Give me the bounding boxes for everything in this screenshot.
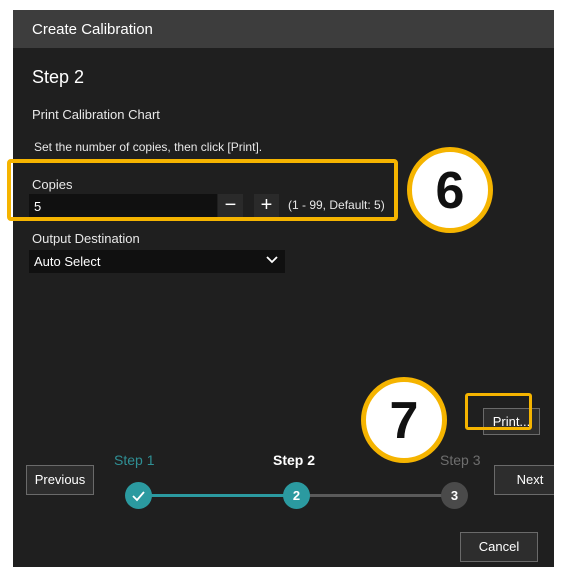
next-button[interactable]: Next [494,465,554,495]
create-calibration-dialog: Create Calibration Step 2 Print Calibrat… [13,10,554,567]
previous-button[interactable]: Previous [26,465,94,495]
output-destination-label: Output Destination [32,231,140,246]
checkmark-icon [132,491,145,502]
step-subtitle: Print Calibration Chart [32,107,160,122]
print-highlight-box [465,393,532,430]
step-1-label: Step 1 [114,452,155,468]
copies-highlight-box [7,159,398,221]
step-2-marker: 2 [283,482,310,509]
dialog-title: Create Calibration [32,21,153,38]
instructions-text: Set the number of copies, then click [Pr… [34,140,263,154]
step-3-label: Step 3 [440,452,481,468]
step-1-complete-marker [125,482,152,509]
progress-track-remaining [296,494,456,497]
output-destination-value: Auto Select [34,254,101,269]
chevron-down-icon [265,253,279,272]
output-destination-select[interactable]: Auto Select [29,250,285,273]
step-3-marker: 3 [441,482,468,509]
step-badge-copies: 6 [407,147,493,233]
progress-track-completed [140,494,296,497]
dialog-titlebar: Create Calibration [13,10,554,48]
cancel-button[interactable]: Cancel [460,532,538,562]
step-heading: Step 2 [32,67,85,87]
step-2-label: Step 2 [273,452,316,468]
step-badge-print: 7 [361,377,447,463]
